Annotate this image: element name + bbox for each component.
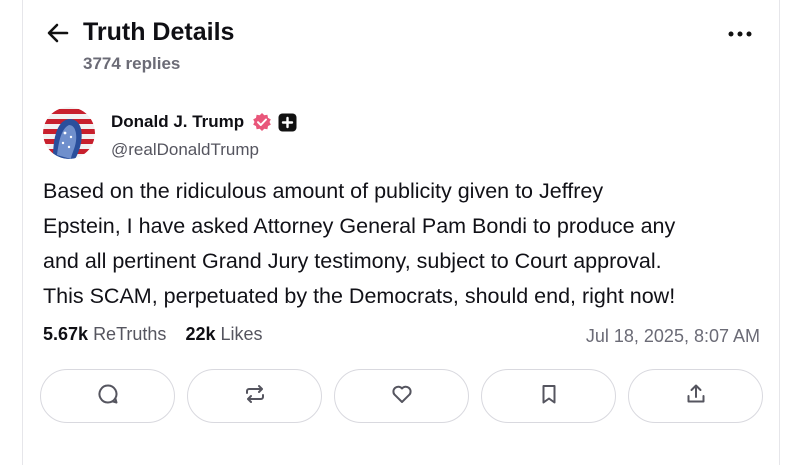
- bookmark-icon: [537, 382, 561, 411]
- post-stats: 5.67k ReTruths 22k Likes: [43, 324, 277, 345]
- verified-badge-icon: [252, 112, 272, 132]
- plus-square-icon: [278, 113, 297, 132]
- share-icon: [684, 382, 708, 411]
- author-name[interactable]: Donald J. Trump: [111, 112, 244, 132]
- post-body-line: This SCAM, perpetuated by the Democrats,…: [43, 284, 676, 308]
- reply-button[interactable]: [40, 369, 175, 423]
- reply-icon: [96, 382, 120, 411]
- reply-count: 3774 replies: [83, 54, 181, 73]
- likes-count: 22k: [185, 324, 216, 344]
- share-button[interactable]: [628, 369, 763, 423]
- page-title: Truth Details: [83, 18, 235, 46]
- retruths-stat[interactable]: 5.67k ReTruths: [43, 324, 166, 344]
- retruths-label: ReTruths: [93, 324, 167, 344]
- retruths-count: 5.67k: [43, 324, 89, 344]
- author-handle[interactable]: @realDonaldTrump: [111, 140, 259, 160]
- like-button[interactable]: [334, 369, 469, 423]
- post-body-line: Epstein, I have asked Attorney General P…: [43, 214, 676, 238]
- retruth-button[interactable]: [187, 369, 322, 423]
- retruth-icon: [243, 382, 267, 411]
- post-body: Based on the ridiculous amount of public…: [43, 174, 773, 314]
- bookmark-button[interactable]: [481, 369, 616, 423]
- like-heart-icon: [390, 382, 414, 411]
- arrow-left-icon[interactable]: [45, 20, 71, 46]
- likes-label: Likes: [220, 324, 263, 344]
- avatar[interactable]: [43, 107, 95, 159]
- more-horizontal-icon[interactable]: [725, 24, 755, 44]
- likes-stat[interactable]: 22k Likes: [185, 324, 262, 344]
- page-header: Truth Details 3774 replies: [45, 14, 755, 74]
- post-body-line: and all pertinent Grand Jury testimony, …: [43, 249, 662, 273]
- post-body-line: Based on the ridiculous amount of public…: [43, 179, 604, 203]
- post-timestamp: Jul 18, 2025, 8:07 AM: [585, 326, 760, 346]
